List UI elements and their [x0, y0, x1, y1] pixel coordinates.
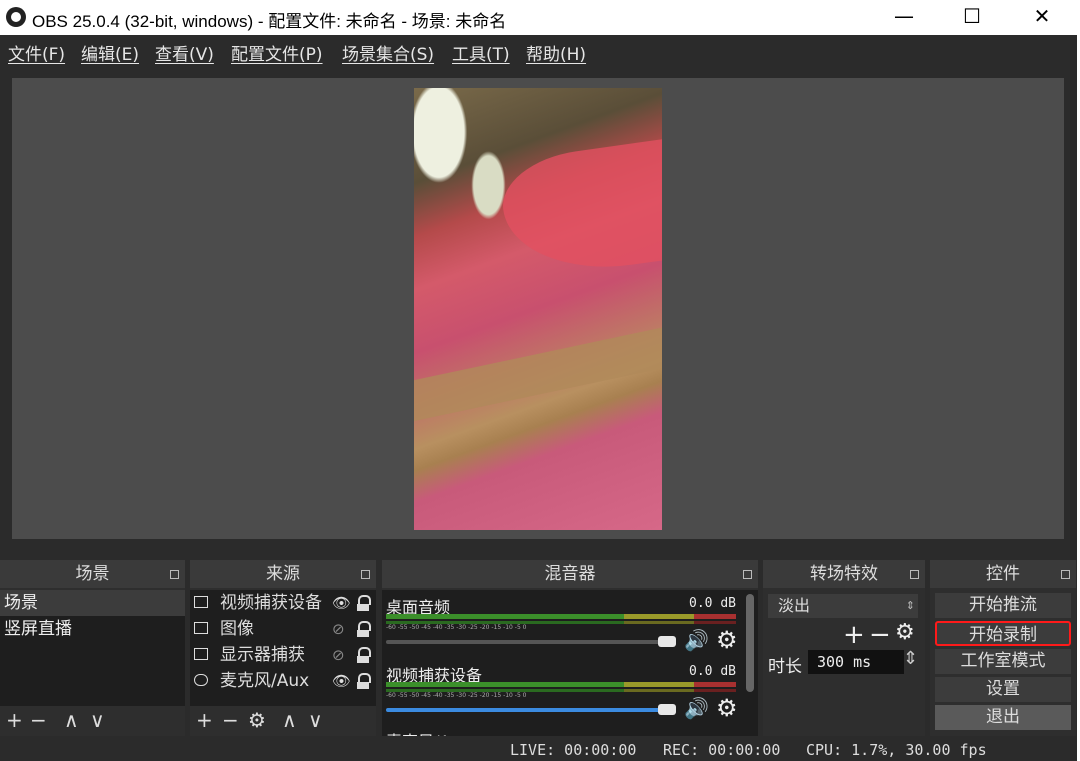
float-dock-icon[interactable]: [170, 570, 179, 579]
float-dock-icon[interactable]: [1061, 570, 1070, 579]
volume-slider[interactable]: [386, 640, 676, 644]
scenes-title: 场景: [75, 564, 110, 584]
add-source-button[interactable]: +: [196, 708, 213, 732]
controls-title: 控件: [986, 564, 1020, 584]
menu-help[interactable]: 帮助(H): [526, 40, 586, 65]
preview-canvas[interactable]: [12, 78, 1064, 539]
eye-hidden-icon[interactable]: ⊘: [332, 616, 345, 642]
gear-icon[interactable]: ⚙: [716, 694, 738, 722]
volume-slider-handle[interactable]: [658, 704, 676, 715]
menu-bar: 文件(F) 编辑(E) 查看(V) 配置文件(P) 场景集合(S) 工具(T) …: [0, 35, 1078, 67]
remove-source-button[interactable]: −: [222, 708, 239, 732]
duration-stepper[interactable]: ⇕: [903, 648, 918, 669]
settings-button[interactable]: 设置: [935, 677, 1071, 702]
obs-logo-icon: [6, 7, 26, 27]
live-time: LIVE: 00:00:00: [510, 741, 637, 759]
lock-icon[interactable]: [357, 621, 371, 637]
menu-view[interactable]: 查看(V): [155, 40, 214, 65]
speaker-icon[interactable]: 🔊: [684, 696, 709, 720]
sources-dock: 来源 视频捕获设备 👁 图像 ⊘ 显示器捕获 ⊘ 麦克风/Aux 👁 + − ⚙…: [190, 560, 376, 736]
mixer-channel: 麦克风/Aux: [386, 728, 740, 736]
source-properties-gear-icon[interactable]: ⚙: [248, 708, 266, 732]
controls-dock: 控件 开始推流 开始录制 工作室模式 设置 退出: [930, 560, 1076, 736]
eye-hidden-icon[interactable]: ⊘: [332, 642, 345, 668]
rec-time: REC: 00:00:00: [663, 741, 781, 759]
sources-title: 来源: [266, 564, 300, 584]
studio-mode-button[interactable]: 工作室模式: [935, 649, 1071, 674]
volume-meter: [386, 682, 736, 687]
mixer-channels: 桌面音频 0.0 dB -60 -55 -50 -45 -40 -35 -30 …: [382, 590, 758, 736]
mixer-scrollbar[interactable]: [746, 594, 754, 692]
move-up-icon[interactable]: ∧: [64, 708, 79, 732]
mixer-channel: 桌面音频 0.0 dB -60 -55 -50 -45 -40 -35 -30 …: [386, 596, 738, 654]
gear-icon[interactable]: ⚙: [716, 626, 738, 654]
cpu-fps: CPU: 1.7%, 30.00 fps: [806, 741, 987, 759]
window-title: OBS 25.0.4 (32-bit, windows) - 配置文件: 未命名…: [32, 12, 507, 31]
lock-icon[interactable]: [357, 595, 371, 611]
volume-slider[interactable]: [386, 708, 676, 712]
volume-meter: [386, 614, 736, 619]
image-icon: [194, 622, 208, 634]
remove-transition-button[interactable]: −: [869, 620, 891, 650]
duration-input[interactable]: 300 ms: [808, 650, 904, 674]
transitions-title: 转场特效: [810, 564, 878, 584]
video-capture-preview: [414, 88, 662, 530]
monitor-icon: [194, 648, 208, 660]
move-down-icon[interactable]: ∨: [308, 708, 323, 732]
minimize-button[interactable]: —: [868, 0, 940, 35]
menu-scene-collection[interactable]: 场景集合(S): [342, 40, 434, 65]
mixer-title: 混音器: [544, 564, 596, 584]
speaker-icon[interactable]: 🔊: [684, 628, 709, 652]
float-dock-icon[interactable]: [743, 570, 752, 579]
eye-icon[interactable]: 👁: [332, 590, 351, 616]
scene-item[interactable]: 场景: [0, 590, 185, 616]
scenes-list: 场景 竖屏直播: [0, 590, 185, 706]
source-item[interactable]: 麦克风/Aux 👁: [190, 668, 376, 694]
lock-icon[interactable]: [357, 647, 371, 663]
close-button[interactable]: ✕: [1006, 0, 1078, 35]
volume-slider-handle[interactable]: [658, 636, 676, 647]
float-dock-icon[interactable]: [361, 570, 370, 579]
transition-gear-icon[interactable]: ⚙: [895, 620, 915, 645]
title-bar: OBS 25.0.4 (32-bit, windows) - 配置文件: 未命名…: [0, 0, 1080, 35]
eye-icon[interactable]: 👁: [332, 668, 351, 694]
sources-list: 视频捕获设备 👁 图像 ⊘ 显示器捕获 ⊘ 麦克风/Aux 👁: [190, 590, 376, 706]
start-recording-button[interactable]: 开始录制: [935, 621, 1071, 646]
mixer-dock: 混音器 桌面音频 0.0 dB -60 -55 -50 -45 -40 -35 …: [382, 560, 758, 736]
select-arrows-icon: ⇕: [905, 599, 915, 612]
maximize-button[interactable]: ☐: [936, 0, 1008, 35]
move-down-icon[interactable]: ∨: [90, 708, 105, 732]
source-item[interactable]: 视频捕获设备 👁: [190, 590, 376, 616]
status-bar: LIVE: 00:00:00 REC: 00:00:00 CPU: 1.7%, …: [0, 738, 1077, 761]
transition-select[interactable]: 淡出 ⇕: [768, 594, 918, 618]
source-item[interactable]: 图像 ⊘: [190, 616, 376, 642]
scenes-dock: 场景 场景 竖屏直播 + − ∧ ∨: [0, 560, 185, 736]
lock-icon[interactable]: [357, 673, 371, 689]
menu-edit[interactable]: 编辑(E): [81, 40, 139, 65]
microphone-icon: [194, 674, 208, 686]
camera-icon: [194, 596, 208, 608]
move-up-icon[interactable]: ∧: [282, 708, 297, 732]
source-item[interactable]: 显示器捕获 ⊘: [190, 642, 376, 668]
float-dock-icon[interactable]: [910, 570, 919, 579]
exit-button[interactable]: 退出: [935, 705, 1071, 730]
menu-profile[interactable]: 配置文件(P): [231, 40, 323, 65]
menu-tools[interactable]: 工具(T): [452, 40, 510, 65]
start-streaming-button[interactable]: 开始推流: [935, 593, 1071, 618]
scene-item[interactable]: 竖屏直播: [0, 616, 185, 642]
add-scene-button[interactable]: +: [6, 708, 23, 732]
menu-file[interactable]: 文件(F): [8, 40, 65, 65]
remove-scene-button[interactable]: −: [30, 708, 47, 732]
duration-label: 时长: [768, 657, 802, 677]
mixer-channel: 视频捕获设备 0.0 dB -60 -55 -50 -45 -40 -35 -3…: [386, 664, 738, 722]
transitions-dock: 转场特效 淡出 ⇕ + − ⚙ 时长 300 ms ⇕: [763, 560, 925, 736]
add-transition-button[interactable]: +: [843, 620, 865, 650]
